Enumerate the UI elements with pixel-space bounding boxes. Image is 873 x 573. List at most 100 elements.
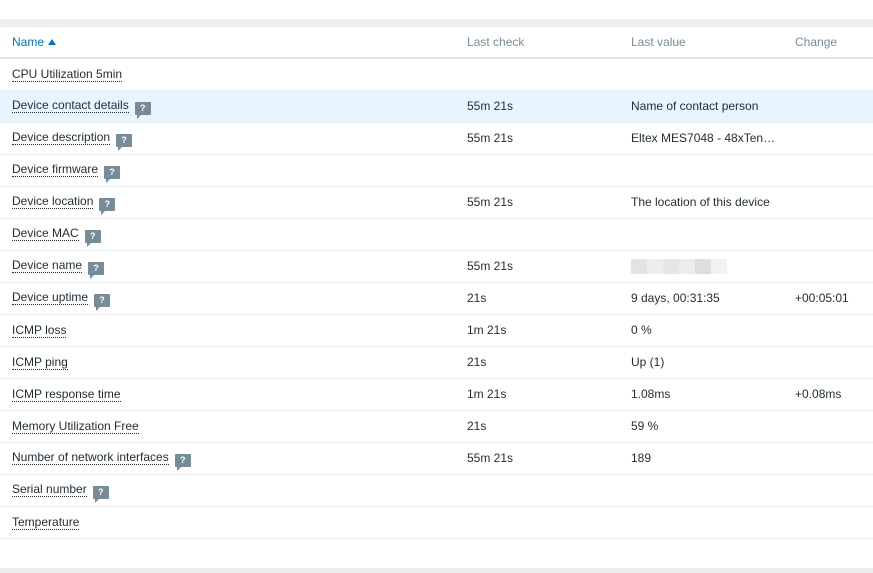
item-name-link[interactable]: Device contact details [12,97,129,113]
cell-last-check: 55m 21s [455,250,619,283]
item-name-link[interactable]: Memory Utilization Free [12,419,139,434]
column-header-last-value: Last value [619,27,783,59]
table-row: Device MAC? [0,218,873,251]
latest-data-table: Name Last check Last value Change CPU Ut… [0,27,873,539]
cell-last-value: 0 % [619,314,783,347]
sort-ascending-icon[interactable] [48,39,57,45]
cell-item-name: ICMP response time [0,378,455,411]
table-header-row: Name Last check Last value Change [0,27,873,59]
help-hint-icon[interactable]: ? [92,485,109,503]
cell-change [783,410,873,443]
cell-last-value [619,58,783,91]
cell-change [783,250,873,283]
item-name-link[interactable]: Device uptime [12,289,89,305]
item-name-link[interactable]: ICMP loss [12,323,67,338]
table-row: Device name? 55m 21s [0,250,873,283]
table-row: Number of network interfaces? 55m 21s 189 [0,442,873,475]
cell-item-name: Device location? [0,186,455,219]
cell-change [783,506,873,539]
cell-item-name: Device description? [0,122,455,155]
cell-change [783,186,873,219]
help-hint-icon[interactable]: ? [84,229,101,247]
cell-last-check: 21s [455,410,619,443]
cell-item-name: Device name? [0,250,455,283]
cell-last-check [455,58,619,91]
item-name-link[interactable]: Device firmware [12,161,99,177]
cell-last-check: 55m 21s [455,186,619,219]
cell-last-value: 189 [619,442,783,475]
help-hint-icon[interactable]: ? [134,101,151,119]
cell-last-check: 55m 21s [455,90,619,123]
column-header-last-check: Last check [455,27,619,59]
top-separator [0,0,873,28]
cell-change: +00:05:01 [783,282,873,315]
cell-last-value [619,218,783,251]
cell-last-check: 1m 21s [455,314,619,347]
cell-last-check: 21s [455,282,619,315]
cell-last-value: 1.08ms [619,378,783,411]
cell-last-value: Eltex MES7048 - 48xTenG… [619,122,783,155]
redacted-value [631,258,727,274]
cell-last-value [619,154,783,187]
table-row: ICMP response time 1m 21s 1.08ms +0.08ms [0,378,873,411]
cell-last-value: 9 days, 00:31:35 [619,282,783,315]
table-row: ICMP ping 21s Up (1) [0,346,873,379]
table-row: Memory Utilization Free 21s 59 % [0,410,873,443]
help-hint-icon[interactable]: ? [99,197,116,215]
item-name-link[interactable]: ICMP response time [12,387,121,402]
help-hint-icon[interactable]: ? [116,133,133,151]
cell-last-check [455,154,619,187]
item-name-link[interactable]: Device location [12,193,94,209]
cell-last-value [619,506,783,539]
cell-change [783,442,873,475]
help-hint-icon[interactable]: ? [88,261,105,279]
cell-change [783,122,873,155]
table-body: CPU Utilization 5min Device contact detai… [0,58,873,539]
item-name-link[interactable]: Device description [12,129,111,145]
column-header-name[interactable]: Name [0,27,455,59]
cell-last-check: 55m 21s [455,122,619,155]
cell-item-name: Device contact details? [0,90,455,123]
item-name-link[interactable]: Device name [12,257,83,273]
item-name-link[interactable]: Device MAC [12,225,79,241]
latest-data-page: Name Last check Last value Change CPU Ut… [0,0,873,573]
table-row: Device description? 55m 21s Eltex MES7048 … [0,122,873,155]
item-name-link[interactable]: Number of network interfaces [12,449,169,465]
cell-last-check: 55m 21s [455,442,619,475]
table-row: Device uptime? 21s 9 days, 00:31:35 +00:05:… [0,282,873,315]
cell-change [783,218,873,251]
help-hint-icon[interactable]: ? [104,165,121,183]
help-hint-icon[interactable]: ? [174,453,191,471]
cell-item-name: Memory Utilization Free [0,410,455,443]
cell-last-check: 1m 21s [455,378,619,411]
table-row: CPU Utilization 5min [0,58,873,91]
bottom-separator [0,568,873,573]
item-name-link[interactable]: Temperature [12,515,80,530]
cell-last-value: The location of this device [619,186,783,219]
cell-item-name: Device uptime? [0,282,455,315]
cell-last-check [455,506,619,539]
cell-change: +0.08ms [783,378,873,411]
cell-change [783,90,873,123]
cell-item-name: Temperature [0,506,455,539]
table-row: Temperature [0,506,873,539]
item-name-link[interactable]: ICMP ping [12,355,68,370]
cell-change [783,58,873,91]
table-row: ICMP loss 1m 21s 0 % [0,314,873,347]
help-hint-icon[interactable]: ? [94,293,111,311]
column-header-change: Change [783,27,873,59]
cell-last-check: 21s [455,346,619,379]
cell-item-name: Number of network interfaces? [0,442,455,475]
cell-item-name: Device firmware? [0,154,455,187]
item-name-link[interactable]: CPU Utilization 5min [12,67,123,83]
table-row: Device firmware? [0,154,873,187]
cell-item-name: CPU Utilization 5min [0,58,455,91]
column-header-name-label[interactable]: Name [12,35,44,49]
table-row: Serial number? [0,474,873,507]
cell-last-value: 59 % [619,410,783,443]
cell-last-value: Up (1) [619,346,783,379]
item-name-link[interactable]: Serial number [12,481,87,497]
cell-item-name: Device MAC? [0,218,455,251]
cell-last-value [619,474,783,507]
cell-change [783,474,873,507]
